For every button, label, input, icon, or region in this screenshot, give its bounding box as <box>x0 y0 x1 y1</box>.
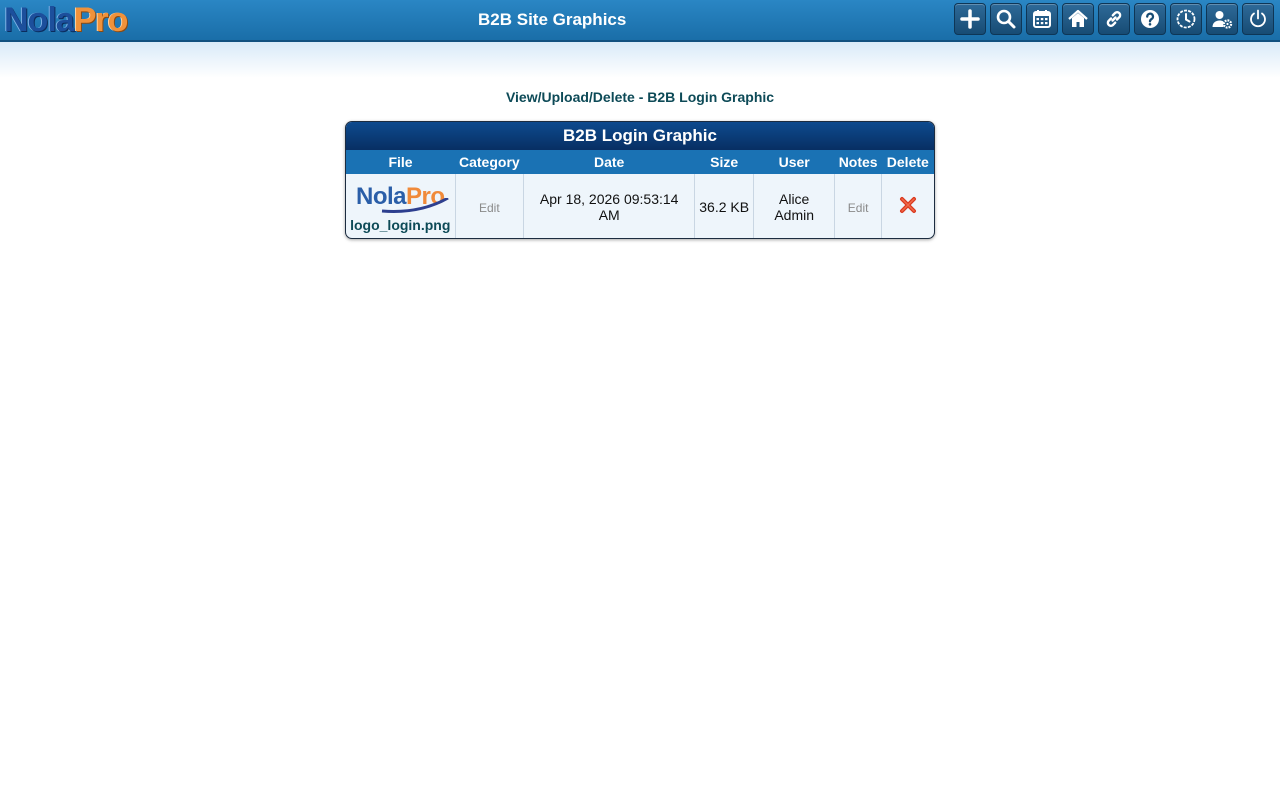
delete-cell <box>881 174 934 238</box>
column-header-delete: Delete <box>881 150 934 174</box>
links-button[interactable] <box>1098 3 1130 35</box>
user-gear-icon <box>1212 11 1233 29</box>
file-cell: NolaPro logo_login.png <box>346 174 455 238</box>
user-settings-button[interactable] <box>1206 3 1238 35</box>
history-button[interactable] <box>1170 3 1202 35</box>
file-thumbnail[interactable]: NolaPro <box>350 183 450 215</box>
toolbar <box>954 3 1274 35</box>
table-header-row: File Category Date Size User Notes Delet… <box>346 150 934 174</box>
top-bar: NolaPro B2B Site Graphics <box>0 0 1280 42</box>
table-row: NolaPro logo_login.png Edit Apr 18, 2026… <box>346 174 934 238</box>
section-subtitle: View/Upload/Delete - B2B Login Graphic <box>505 89 775 105</box>
clock-icon <box>1176 9 1196 29</box>
add-button[interactable] <box>954 3 986 35</box>
date-cell: Apr 18, 2026 09:53:14 AM <box>523 174 695 238</box>
x-icon <box>900 197 917 213</box>
link-icon <box>1106 11 1122 27</box>
category-edit-link[interactable]: Edit <box>479 201 500 215</box>
nolapro-logo[interactable]: NolaPro <box>4 1 128 39</box>
delete-button[interactable] <box>899 196 917 217</box>
page-title: B2B Site Graphics <box>478 10 627 29</box>
logout-button[interactable] <box>1242 3 1274 35</box>
file-name[interactable]: logo_login.png <box>350 217 451 233</box>
help-icon <box>1141 10 1159 28</box>
plus-icon <box>960 9 980 29</box>
calendar-icon <box>1033 10 1051 28</box>
size-cell: 36.2 KB <box>694 174 754 238</box>
help-button[interactable] <box>1134 3 1166 35</box>
column-header-user: User <box>753 150 835 174</box>
user-cell: Alice Admin <box>753 174 835 238</box>
notes-edit-link[interactable]: Edit <box>848 201 869 215</box>
category-cell: Edit <box>454 174 524 238</box>
home-icon <box>1068 9 1088 27</box>
column-header-file: File <box>346 150 455 174</box>
column-header-notes: Notes <box>834 150 882 174</box>
column-header-date: Date <box>523 150 695 174</box>
home-button[interactable] <box>1062 3 1094 35</box>
calendar-button[interactable] <box>1026 3 1058 35</box>
graphic-panel: B2B Login Graphic File Category Date Siz… <box>345 121 935 239</box>
power-icon <box>1250 9 1266 28</box>
panel-title: B2B Login Graphic <box>346 122 934 150</box>
logo-swoosh-icon <box>382 197 449 213</box>
search-icon <box>996 9 1016 29</box>
column-header-size: Size <box>694 150 754 174</box>
header-gradient-band <box>0 42 1280 78</box>
search-button[interactable] <box>990 3 1022 35</box>
notes-cell: Edit <box>834 174 882 238</box>
graphics-table: File Category Date Size User Notes Delet… <box>346 150 934 238</box>
column-header-category: Category <box>455 150 524 174</box>
